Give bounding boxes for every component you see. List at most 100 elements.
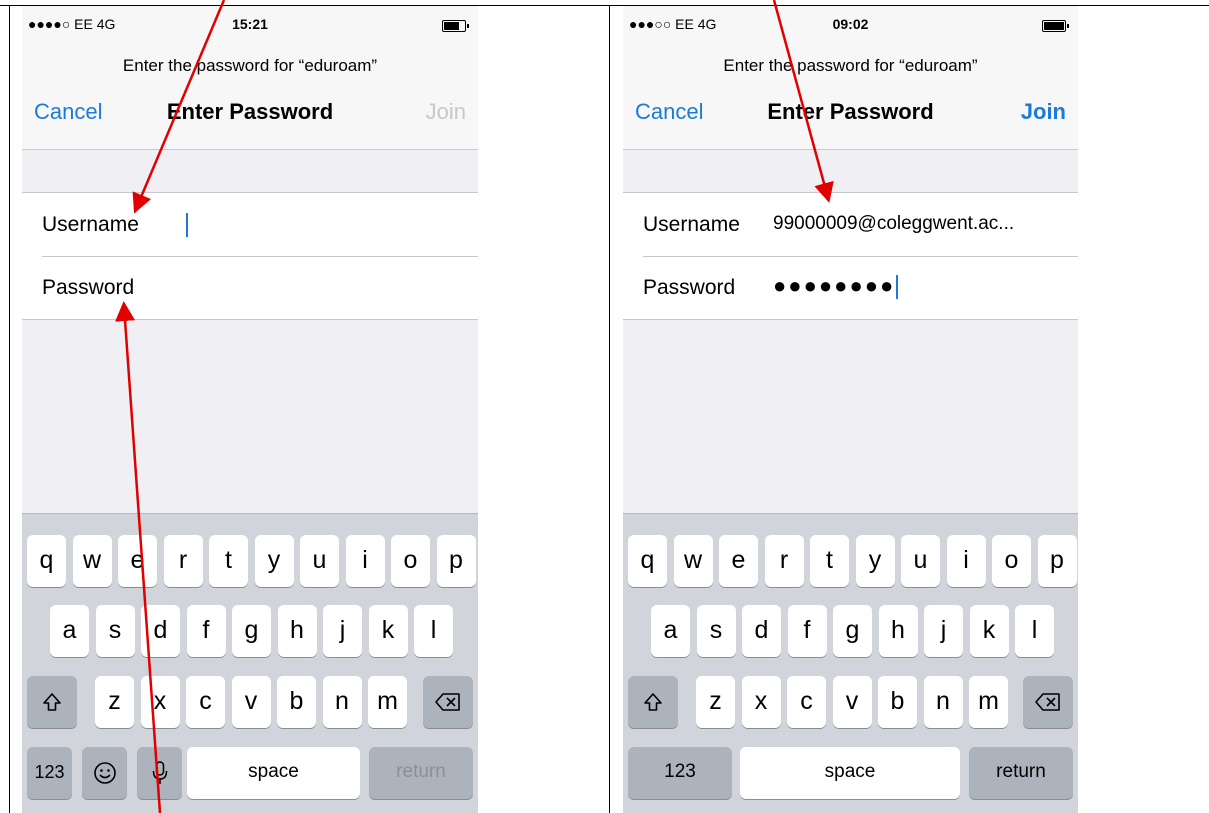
key-s[interactable]: s xyxy=(95,605,135,657)
numbers-key[interactable]: 123 xyxy=(628,747,732,799)
key-g[interactable]: g xyxy=(833,605,872,657)
key-u[interactable]: u xyxy=(300,535,339,587)
key-r[interactable]: r xyxy=(764,535,804,587)
key-w[interactable]: w xyxy=(72,535,112,587)
key-k[interactable]: k xyxy=(368,605,408,657)
delete-key[interactable] xyxy=(423,676,473,728)
key-b[interactable]: b xyxy=(878,676,917,728)
key-n[interactable]: n xyxy=(923,676,963,728)
keyboard: 123 space return qwertyuiop asdfghjkl zxcv… xyxy=(22,513,478,813)
key-o[interactable]: o xyxy=(391,535,430,587)
emoji-key[interactable] xyxy=(82,747,127,799)
key-u[interactable]: u xyxy=(901,535,940,587)
join-button[interactable]: Join xyxy=(426,99,466,125)
key-r[interactable]: r xyxy=(163,535,203,587)
dictation-key[interactable] xyxy=(137,747,182,799)
username-row[interactable]: Username xyxy=(22,193,478,256)
key-c[interactable]: c xyxy=(186,676,225,728)
delete-icon xyxy=(1035,693,1060,712)
key-k[interactable]: k xyxy=(969,605,1009,657)
password-row[interactable]: Password xyxy=(22,256,478,319)
table-border xyxy=(609,5,610,813)
username-field[interactable]: 99000009@coleggwent.ac... xyxy=(773,213,1068,235)
key-y[interactable]: y xyxy=(254,535,294,587)
join-button[interactable]: Join xyxy=(1021,99,1066,125)
key-j[interactable]: j xyxy=(323,605,362,657)
key-h[interactable]: h xyxy=(277,605,317,657)
password-label: Password xyxy=(643,276,736,299)
return-key[interactable]: return xyxy=(969,747,1073,799)
delete-key[interactable] xyxy=(1023,676,1073,728)
password-field[interactable]: ●●●●●●●● xyxy=(773,273,1068,300)
microphone-icon xyxy=(152,761,167,785)
key-c[interactable]: c xyxy=(787,676,826,728)
battery-icon xyxy=(442,20,469,32)
credentials-form: Username 99000009@coleggwent.ac... Passw… xyxy=(623,192,1078,320)
key-m[interactable]: m xyxy=(368,676,407,728)
key-o[interactable]: o xyxy=(992,535,1031,587)
phone-screen-after: ●●●○○ EE 4G 09:02 Enter the password for… xyxy=(623,6,1078,813)
key-h[interactable]: h xyxy=(878,605,918,657)
key-m[interactable]: m xyxy=(969,676,1008,728)
key-v[interactable]: v xyxy=(832,676,872,728)
key-a[interactable]: a xyxy=(50,605,89,657)
numbers-key[interactable]: 123 xyxy=(27,747,72,799)
key-q[interactable]: q xyxy=(628,535,667,587)
password-label: Password xyxy=(42,276,135,299)
key-f[interactable]: f xyxy=(787,605,827,657)
key-n[interactable]: n xyxy=(322,676,362,728)
key-x[interactable]: x xyxy=(140,676,180,728)
return-key[interactable]: return xyxy=(369,747,473,799)
table-border xyxy=(9,5,10,813)
shift-key[interactable] xyxy=(628,676,678,728)
key-l[interactable]: l xyxy=(1015,605,1054,657)
username-label: Username xyxy=(643,213,740,236)
key-e[interactable]: e xyxy=(118,535,157,587)
status-bar: ●●●●○ EE 4G 15:21 xyxy=(22,6,478,38)
key-g[interactable]: g xyxy=(232,605,271,657)
space-key[interactable]: space xyxy=(187,747,360,799)
key-t[interactable]: t xyxy=(209,535,248,587)
delete-icon xyxy=(435,693,460,712)
key-z[interactable]: z xyxy=(95,676,134,728)
cancel-button[interactable]: Cancel xyxy=(34,99,102,125)
key-b[interactable]: b xyxy=(277,676,316,728)
key-d[interactable]: d xyxy=(141,605,180,657)
key-v[interactable]: v xyxy=(231,676,271,728)
text-cursor xyxy=(896,275,899,300)
text-cursor xyxy=(186,213,188,237)
key-d[interactable]: d xyxy=(742,605,781,657)
key-x[interactable]: x xyxy=(741,676,781,728)
username-label: Username xyxy=(42,213,139,236)
key-l[interactable]: l xyxy=(414,605,453,657)
key-w[interactable]: w xyxy=(673,535,713,587)
cancel-button[interactable]: Cancel xyxy=(635,99,703,125)
clock: 15:21 xyxy=(232,16,268,32)
credentials-form: Username Password xyxy=(22,192,478,320)
clock: 09:02 xyxy=(832,16,869,32)
key-p[interactable]: p xyxy=(436,535,476,587)
password-prompt: Enter the password for “eduroam” xyxy=(122,56,378,75)
key-a[interactable]: a xyxy=(651,605,690,657)
key-t[interactable]: t xyxy=(810,535,849,587)
key-y[interactable]: y xyxy=(855,535,895,587)
status-bar: ●●●○○ EE 4G 09:02 xyxy=(623,6,1078,38)
space-key[interactable]: space xyxy=(740,747,960,799)
emoji-icon xyxy=(93,762,116,785)
key-i[interactable]: i xyxy=(345,535,385,587)
key-z[interactable]: z xyxy=(696,676,735,728)
password-prompt: Enter the password for “eduroam” xyxy=(723,56,978,75)
key-f[interactable]: f xyxy=(186,605,226,657)
username-row[interactable]: Username 99000009@coleggwent.ac... xyxy=(623,193,1078,256)
password-row[interactable]: Password ●●●●●●●● xyxy=(623,256,1078,319)
username-field[interactable] xyxy=(185,213,468,237)
phone-screen-before: ●●●●○ EE 4G 15:21 Enter the password for… xyxy=(22,6,478,813)
key-q[interactable]: q xyxy=(27,535,66,587)
shift-key[interactable] xyxy=(27,676,77,728)
key-s[interactable]: s xyxy=(696,605,736,657)
key-j[interactable]: j xyxy=(924,605,963,657)
keyboard: 123 space return qwertyuiop asdfghjkl zxcv… xyxy=(623,513,1078,813)
key-i[interactable]: i xyxy=(946,535,986,587)
key-p[interactable]: p xyxy=(1037,535,1077,587)
key-e[interactable]: e xyxy=(719,535,758,587)
